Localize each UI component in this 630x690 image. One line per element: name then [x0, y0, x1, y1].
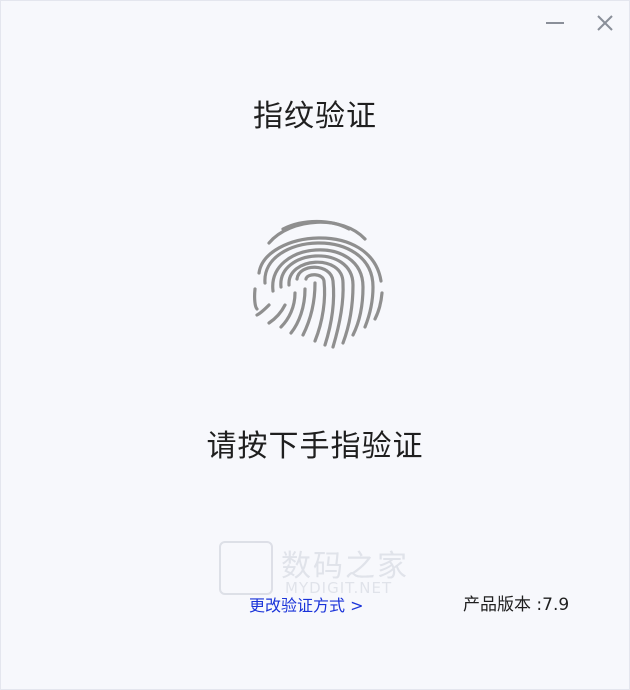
product-version: 产品版本 :7.9	[463, 595, 570, 615]
minimize-icon	[546, 22, 564, 24]
change-verification-method-link[interactable]: 更改验证方式 >	[249, 592, 364, 616]
fingerprint-verification-window: 指纹验证 请按下手指验证 数码之家 MYDIGIT.NET 更改验证方式 > 产…	[0, 0, 630, 690]
close-icon	[597, 15, 613, 31]
watermark-box	[219, 541, 273, 595]
close-button[interactable]	[591, 9, 619, 37]
verification-prompt: 请按下手指验证	[206, 429, 424, 464]
fingerprint-icon	[253, 219, 384, 349]
minimize-button[interactable]	[541, 9, 569, 37]
page-title: 指纹验证	[253, 99, 377, 134]
window-controls	[541, 9, 619, 37]
